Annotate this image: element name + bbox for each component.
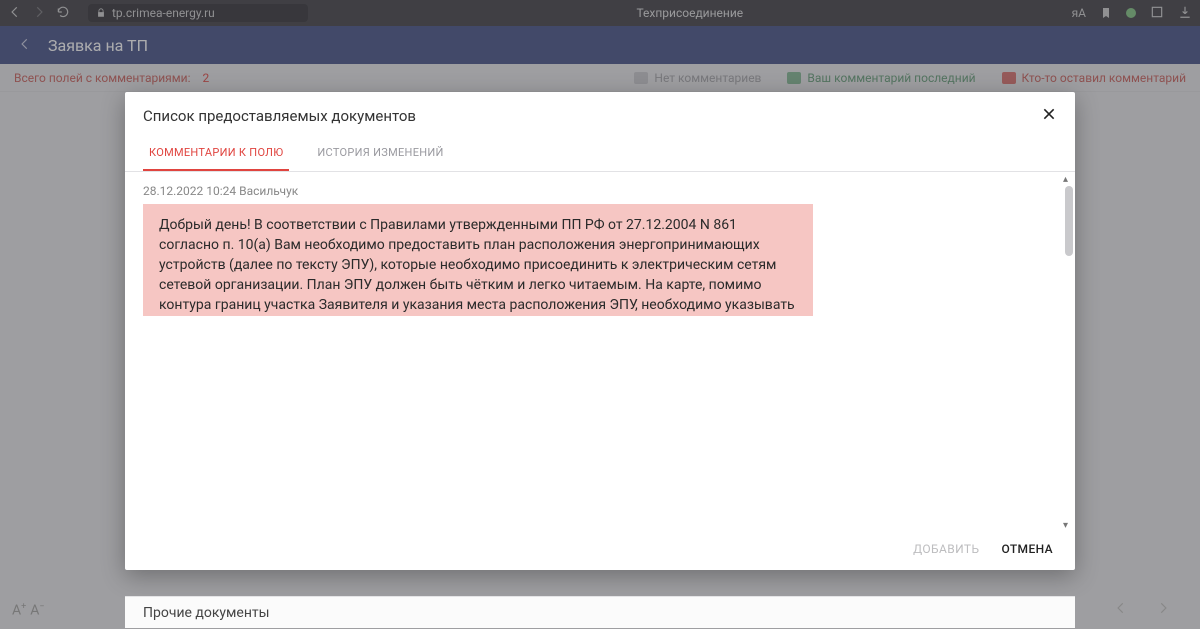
status-dot-icon: [1126, 8, 1136, 18]
scroll-down-icon[interactable]: ▾: [1063, 520, 1073, 528]
tab-comments[interactable]: Комментарии к полю: [143, 136, 289, 171]
legend-none: Нет комментариев: [634, 71, 761, 85]
url-bar[interactable]: tp.crimea-energy.ru: [88, 4, 308, 22]
legend-total-count: 2: [202, 71, 209, 85]
url-text: tp.crimea-energy.ru: [112, 6, 215, 20]
swatch-green-icon: [787, 72, 801, 84]
scroll-thumb[interactable]: [1065, 186, 1073, 256]
font-size-control[interactable]: A+ A−: [12, 602, 45, 619]
dialog-actions: Добавить Отмена: [125, 528, 1075, 570]
dialog-title: Список предоставляемых документов: [143, 107, 416, 125]
translate-icon[interactable]: яA: [1072, 6, 1086, 20]
add-button[interactable]: Добавить: [913, 542, 979, 556]
pager: [1114, 600, 1170, 619]
dialog-tabs: Комментарии к полю История изменений: [125, 136, 1075, 172]
dialog-body: 28.12.2022 10:24 Васильчук Добрый день! …: [125, 172, 1075, 528]
comment-meta: 28.12.2022 10:24 Васильчук: [143, 184, 1057, 198]
back-icon[interactable]: [8, 4, 22, 23]
legend-yours: Ваш комментарий последний: [787, 71, 975, 85]
tab-title: Техприсоединение: [320, 6, 1060, 20]
swatch-red-icon: [1002, 72, 1016, 84]
comments-dialog: Список предоставляемых документов Коммен…: [125, 92, 1075, 570]
comment-text: Добрый день! В соответствии с Правилами …: [143, 204, 813, 316]
legend-total-label: Всего полей с комментариями:: [14, 71, 190, 85]
tab-history[interactable]: История изменений: [311, 136, 449, 171]
swatch-gray-icon: [634, 72, 648, 84]
cancel-button[interactable]: Отмена: [1001, 542, 1053, 556]
browser-chrome: tp.crimea-energy.ru Техприсоединение яA: [0, 0, 1200, 26]
download-icon[interactable]: [1178, 4, 1192, 23]
prev-icon[interactable]: [1114, 600, 1128, 619]
legend-other: Кто-то оставил комментарий: [1002, 71, 1186, 85]
scrollbar[interactable]: ▴ ▾: [1063, 178, 1073, 526]
app-header: Заявка на ТП: [0, 26, 1200, 64]
extensions-icon[interactable]: [1150, 4, 1164, 23]
back-chevron-icon[interactable]: [18, 36, 32, 55]
next-icon[interactable]: [1156, 600, 1170, 619]
section-other-docs[interactable]: Прочие документы: [125, 596, 1075, 628]
forward-icon[interactable]: [32, 4, 46, 23]
lock-icon: [96, 8, 106, 18]
font-decrease-icon[interactable]: A−: [30, 602, 44, 619]
reload-icon[interactable]: [56, 4, 70, 23]
font-increase-icon[interactable]: A+: [12, 602, 26, 619]
bookmark-icon[interactable]: [1100, 4, 1112, 23]
legend-bar: Всего полей с комментариями: 2 Нет комме…: [0, 64, 1200, 92]
close-icon[interactable]: [1041, 106, 1057, 126]
scroll-up-icon[interactable]: ▴: [1063, 174, 1073, 184]
section-title: Прочие документы: [143, 605, 270, 621]
page-title: Заявка на ТП: [48, 36, 148, 55]
